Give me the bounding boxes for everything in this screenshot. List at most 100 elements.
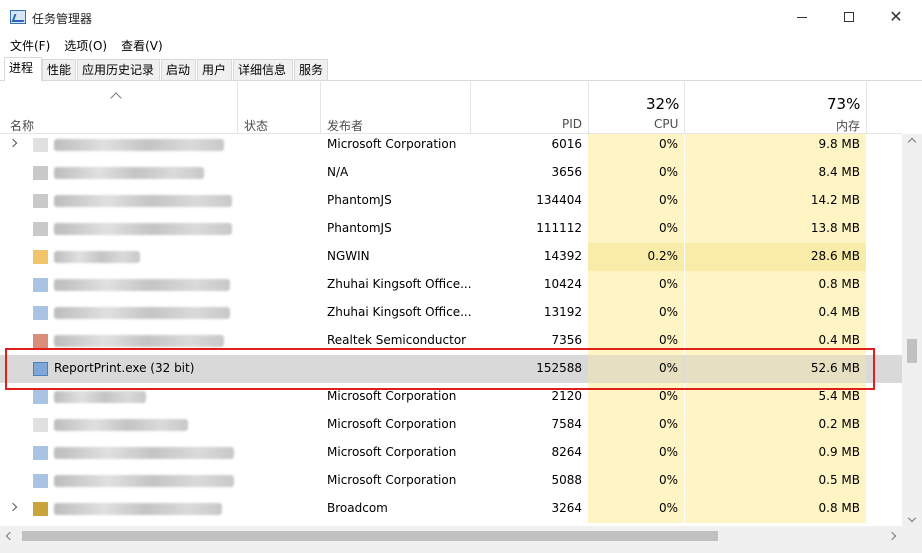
table-row[interactable]: Zhuhai Kingsoft Office... 13192 0% 0.4 M… (0, 299, 902, 327)
process-name-redacted (54, 139, 224, 151)
table-row[interactable]: PhantomJS 111112 0% 13.8 MB (0, 215, 902, 243)
process-icon (33, 166, 48, 180)
title-bar: 任务管理器 ✕ (0, 0, 922, 34)
scrollbar-corner (902, 526, 922, 546)
pid-cell: 10424 (543, 277, 582, 291)
chevron-right-icon[interactable] (8, 138, 18, 148)
memory-cell: 0.2 MB (818, 417, 860, 431)
vertical-scrollbar[interactable] (902, 134, 922, 526)
pid-cell: 134404 (536, 193, 582, 207)
column-divider[interactable] (588, 82, 589, 134)
pid-cell: 3264 (551, 501, 582, 515)
memory-cell: 0.8 MB (818, 501, 860, 515)
column-publisher[interactable]: 发布者 (327, 117, 363, 134)
minimize-button[interactable] (779, 0, 825, 34)
horizontal-scrollbar[interactable] (0, 526, 902, 546)
scroll-down-icon[interactable] (907, 513, 917, 523)
memory-cell: 28.6 MB (810, 249, 860, 263)
memory-cell: 5.4 MB (818, 389, 860, 403)
tab-users[interactable]: 用户 (197, 59, 232, 81)
window-title: 任务管理器 (32, 12, 93, 26)
close-icon: ✕ (889, 7, 903, 26)
table-row[interactable]: PhantomJS 134404 0% 14.2 MB (0, 187, 902, 215)
process-icon (33, 250, 48, 264)
memory-cell: 52.6 MB (810, 361, 860, 375)
memory-cell: 0.4 MB (818, 305, 860, 319)
close-button[interactable]: ✕ (873, 0, 919, 34)
table-row[interactable]: Microsoft Corporation 5088 0% 0.5 MB (0, 467, 902, 495)
table-row[interactable]: Broadcom 3264 0% 0.8 MB (0, 495, 902, 523)
cpu-cell: 0% (658, 193, 678, 207)
scroll-left-icon[interactable] (5, 531, 15, 541)
cpu-cell: 0.2% (647, 249, 679, 263)
process-name-redacted (54, 503, 222, 515)
table-row-selected[interactable]: ReportPrint.exe (32 bit) 152588 0% 52.6 … (0, 355, 902, 383)
column-cpu[interactable]: CPU (654, 117, 678, 131)
pid-cell: 6016 (551, 137, 582, 151)
table-row[interactable]: Microsoft Corporation 2120 0% 5.4 MB (0, 383, 902, 411)
publisher-cell: Zhuhai Kingsoft Office... (327, 277, 472, 291)
column-name[interactable]: 名称 (10, 117, 34, 134)
process-name-redacted (54, 195, 232, 207)
pid-cell: 8264 (551, 445, 582, 459)
column-divider[interactable] (470, 82, 471, 134)
menu-file[interactable]: 文件(F) (10, 37, 50, 54)
process-icon (33, 138, 48, 152)
publisher-cell: Broadcom (327, 501, 388, 515)
cpu-cell: 0% (658, 501, 678, 515)
scroll-up-icon[interactable] (907, 137, 917, 147)
pid-cell: 13192 (543, 305, 582, 319)
task-manager-icon (10, 10, 26, 24)
table-row[interactable]: N/A 3656 0% 8.4 MB (0, 159, 902, 187)
tab-services[interactable]: 服务 (294, 59, 328, 81)
column-divider[interactable] (320, 82, 321, 134)
publisher-cell: N/A (327, 165, 349, 179)
table-row[interactable]: NGWIN 14392 0.2% 28.6 MB (0, 243, 902, 271)
process-icon (33, 474, 48, 488)
process-icon (33, 502, 48, 516)
publisher-cell: Microsoft Corporation (327, 473, 457, 487)
menu-bar: 文件(F) 选项(O) 查看(V) (0, 34, 922, 56)
memory-cell: 14.2 MB (810, 193, 860, 207)
maximize-button[interactable] (826, 0, 872, 34)
memory-cell: 0.8 MB (818, 277, 860, 291)
column-memory[interactable]: 内存 (836, 117, 860, 134)
tab-processes[interactable]: 进程 (4, 57, 42, 82)
column-pid[interactable]: PID (562, 117, 582, 131)
vertical-scroll-thumb[interactable] (907, 339, 917, 363)
table-row[interactable]: Realtek Semiconductor 7356 0% 0.4 MB (0, 327, 902, 355)
table-row[interactable]: Microsoft Corporation 8264 0% 0.9 MB (0, 439, 902, 467)
table-row[interactable]: Microsoft Corporation 7584 0% 0.2 MB (0, 411, 902, 439)
cpu-cell: 0% (658, 333, 678, 347)
publisher-cell: NGWIN (327, 249, 370, 263)
table-row[interactable]: Microsoft Corporation 6016 0% 9.8 MB (0, 134, 902, 159)
process-icon (33, 278, 48, 292)
chevron-right-icon[interactable] (8, 502, 18, 512)
memory-cell: 8.4 MB (818, 165, 860, 179)
column-status[interactable]: 状态 (244, 117, 268, 134)
menu-view[interactable]: 查看(V) (121, 37, 163, 54)
column-divider[interactable] (684, 82, 685, 134)
process-name-redacted (54, 391, 146, 403)
table-row[interactable]: Zhuhai Kingsoft Office... 10424 0% 0.8 M… (0, 271, 902, 299)
tab-details[interactable]: 详细信息 (233, 59, 293, 81)
horizontal-scroll-thumb[interactable] (22, 531, 718, 541)
process-name-redacted (54, 251, 140, 263)
publisher-cell: PhantomJS (327, 193, 392, 207)
publisher-cell: Microsoft Corporation (327, 137, 457, 151)
pid-cell: 7584 (551, 417, 582, 431)
pid-cell: 14392 (543, 249, 582, 263)
column-divider[interactable] (237, 82, 238, 134)
publisher-cell: Zhuhai Kingsoft Office... (327, 305, 472, 319)
publisher-cell: Microsoft Corporation (327, 389, 457, 403)
tab-startup[interactable]: 启动 (161, 59, 196, 81)
cpu-cell: 0% (658, 305, 678, 319)
tab-app-history[interactable]: 应用历史记录 (77, 59, 160, 81)
column-divider[interactable] (866, 82, 867, 134)
tab-performance[interactable]: 性能 (42, 59, 76, 81)
scroll-right-icon[interactable] (887, 531, 897, 541)
process-icon (33, 418, 48, 432)
menu-options[interactable]: 选项(O) (64, 37, 107, 54)
pid-cell: 3656 (551, 165, 582, 179)
process-icon (33, 390, 48, 404)
